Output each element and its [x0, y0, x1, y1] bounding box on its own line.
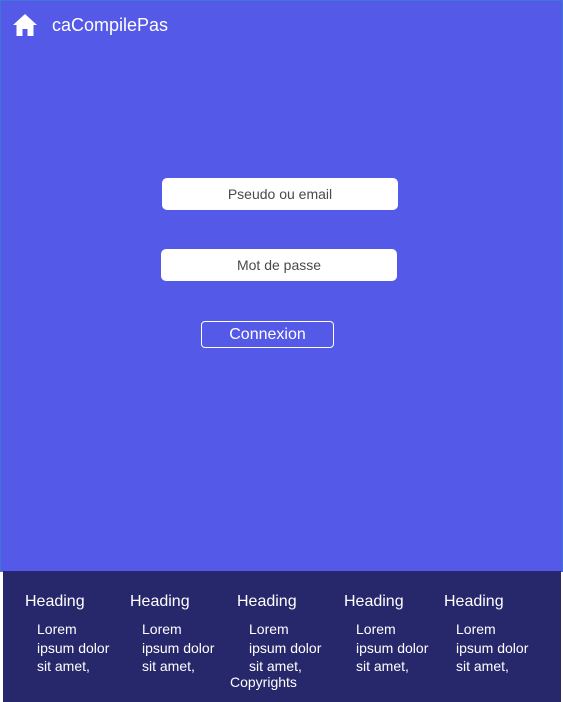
footer-column: Heading Lorem ipsum dolor sit amet, — [344, 592, 436, 676]
footer-column-text: Lorem ipsum dolor sit amet, — [456, 621, 529, 674]
footer-column: Heading Lorem ipsum dolor sit amet, — [444, 592, 536, 676]
footer-column-text: Lorem ipsum dolor sit amet, — [142, 621, 215, 674]
page: caCompilePas Connexion Heading Lorem ips… — [0, 0, 563, 702]
footer-column: Heading Lorem ipsum dolor sit amet, — [237, 592, 329, 676]
footer-column-heading: Heading — [130, 593, 190, 610]
footer-column-text: Lorem ipsum dolor sit amet, — [249, 621, 322, 674]
footer-column-heading: Heading — [344, 593, 404, 610]
username-field[interactable] — [162, 178, 398, 210]
password-field[interactable] — [161, 249, 397, 281]
footer-column: Heading Lorem ipsum dolor sit amet, — [25, 592, 117, 676]
footer: Heading Lorem ipsum dolor sit amet, Head… — [3, 571, 561, 702]
footer-column-heading: Heading — [237, 593, 297, 610]
main-section: caCompilePas Connexion — [0, 0, 563, 572]
footer-column-heading: Heading — [25, 593, 85, 610]
login-button[interactable]: Connexion — [201, 321, 334, 348]
copyright-text: Copyrights — [230, 674, 297, 690]
app-title[interactable]: caCompilePas — [52, 11, 168, 39]
header: caCompilePas — [12, 11, 168, 39]
footer-column-text: Lorem ipsum dolor sit amet, — [356, 621, 429, 674]
home-icon[interactable] — [12, 13, 38, 37]
footer-column-text: Lorem ipsum dolor sit amet, — [37, 621, 110, 674]
footer-column-heading: Heading — [444, 593, 504, 610]
footer-column: Heading Lorem ipsum dolor sit amet, — [130, 592, 222, 676]
